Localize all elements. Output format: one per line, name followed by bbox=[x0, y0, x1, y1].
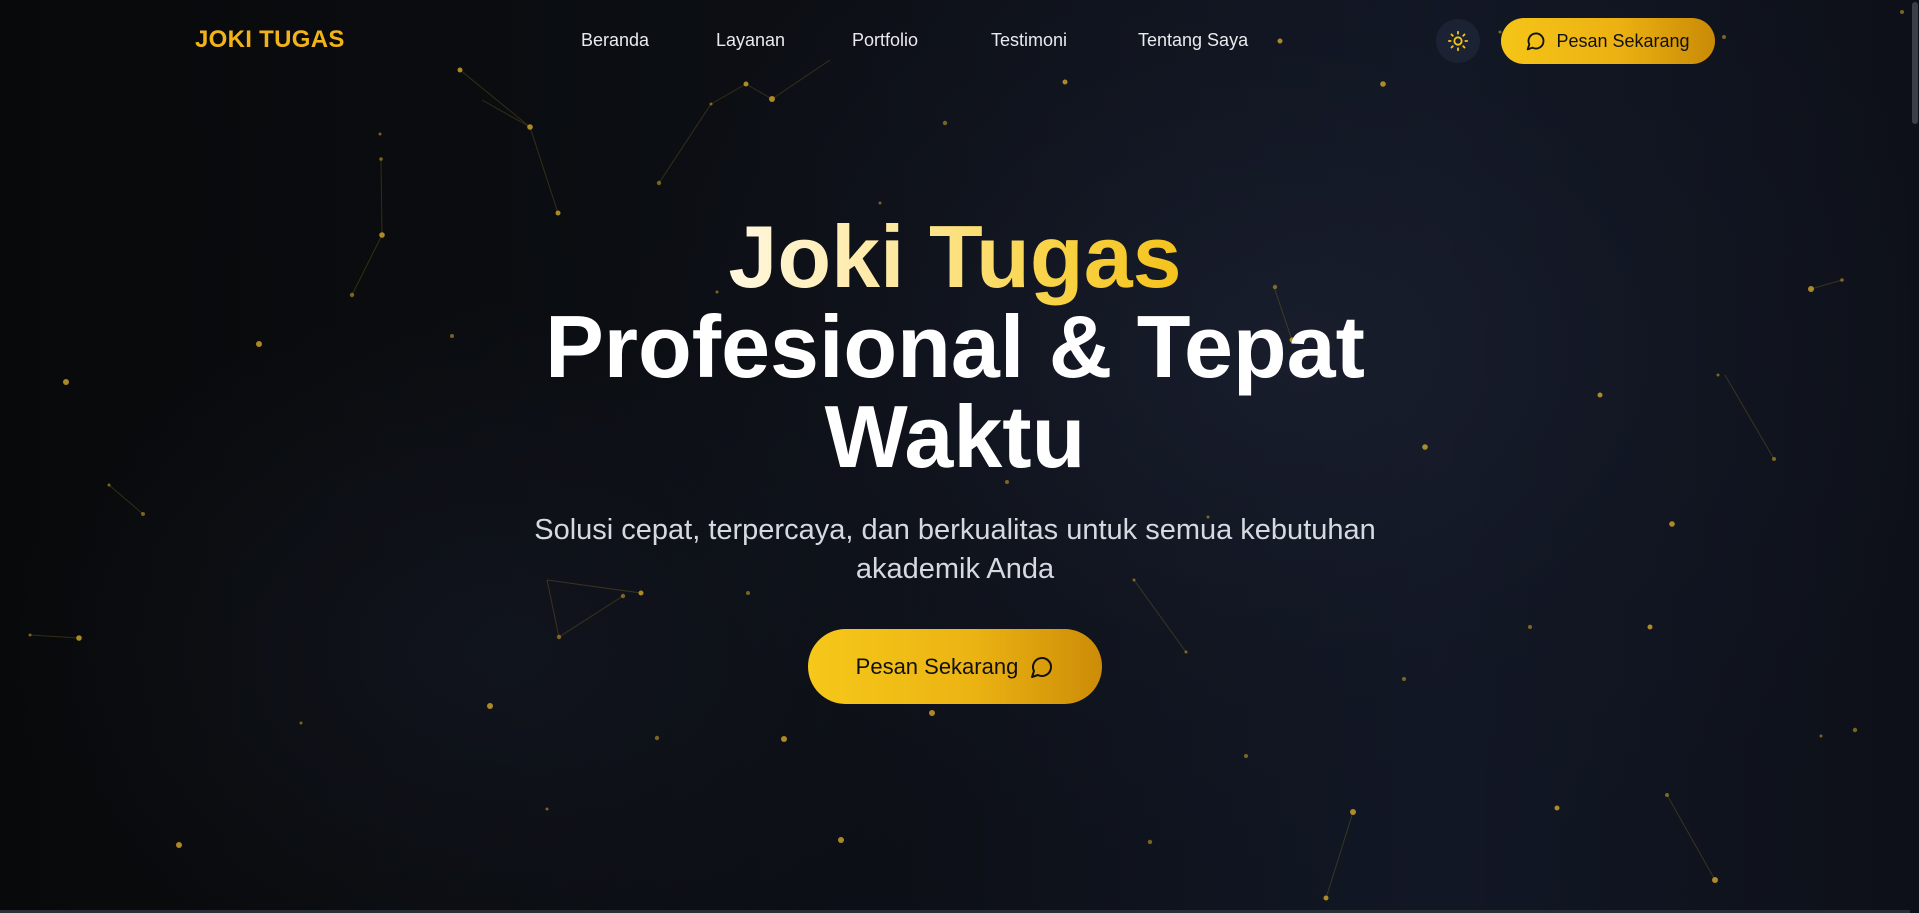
nav-link-beranda[interactable]: Beranda bbox=[581, 30, 649, 51]
nav-link-testimoni[interactable]: Testimoni bbox=[991, 30, 1067, 51]
scrollbar[interactable] bbox=[1910, 0, 1919, 913]
hero-title-highlight: Joki Tugas bbox=[728, 207, 1182, 306]
nav-link-portfolio[interactable]: Portfolio bbox=[852, 30, 918, 51]
nav-order-button[interactable]: Pesan Sekarang bbox=[1501, 18, 1715, 64]
navbar: JOKI TUGAS Beranda Layanan Portfolio Tes… bbox=[0, 0, 1919, 82]
page: JOKI TUGAS Beranda Layanan Portfolio Tes… bbox=[0, 0, 1919, 913]
hero-subtitle: Solusi cepat, terpercaya, dan berkualita… bbox=[0, 511, 1910, 589]
scrollbar-thumb[interactable] bbox=[1912, 2, 1918, 124]
sun-icon bbox=[1447, 30, 1469, 52]
hero-title-line-2: Profesional & Tepat bbox=[545, 297, 1365, 396]
hero-subtitle-line-1: Solusi cepat, terpercaya, dan berkualita… bbox=[534, 514, 1376, 546]
nav-link-tentang-saya[interactable]: Tentang Saya bbox=[1138, 30, 1248, 51]
theme-toggle-button[interactable] bbox=[1436, 19, 1480, 63]
hero-section: Joki Tugas Profesional & Tepat Waktu Sol… bbox=[0, 0, 1919, 913]
chat-bubble-icon bbox=[1527, 32, 1545, 51]
hero-title-line-3: Waktu bbox=[824, 387, 1086, 486]
hero-order-button[interactable]: Pesan Sekarang bbox=[808, 629, 1102, 704]
site-logo[interactable]: JOKI TUGAS bbox=[195, 26, 345, 54]
hero-subtitle-line-2: akademik Anda bbox=[855, 553, 1055, 585]
hero-title: Joki Tugas Profesional & Tepat Waktu bbox=[0, 212, 1910, 482]
nav-link-layanan[interactable]: Layanan bbox=[716, 30, 785, 51]
nav-order-button-label: Pesan Sekarang bbox=[1556, 30, 1690, 51]
chat-bubble-icon bbox=[1031, 656, 1053, 678]
hero-order-button-label: Pesan Sekarang bbox=[855, 653, 1019, 679]
